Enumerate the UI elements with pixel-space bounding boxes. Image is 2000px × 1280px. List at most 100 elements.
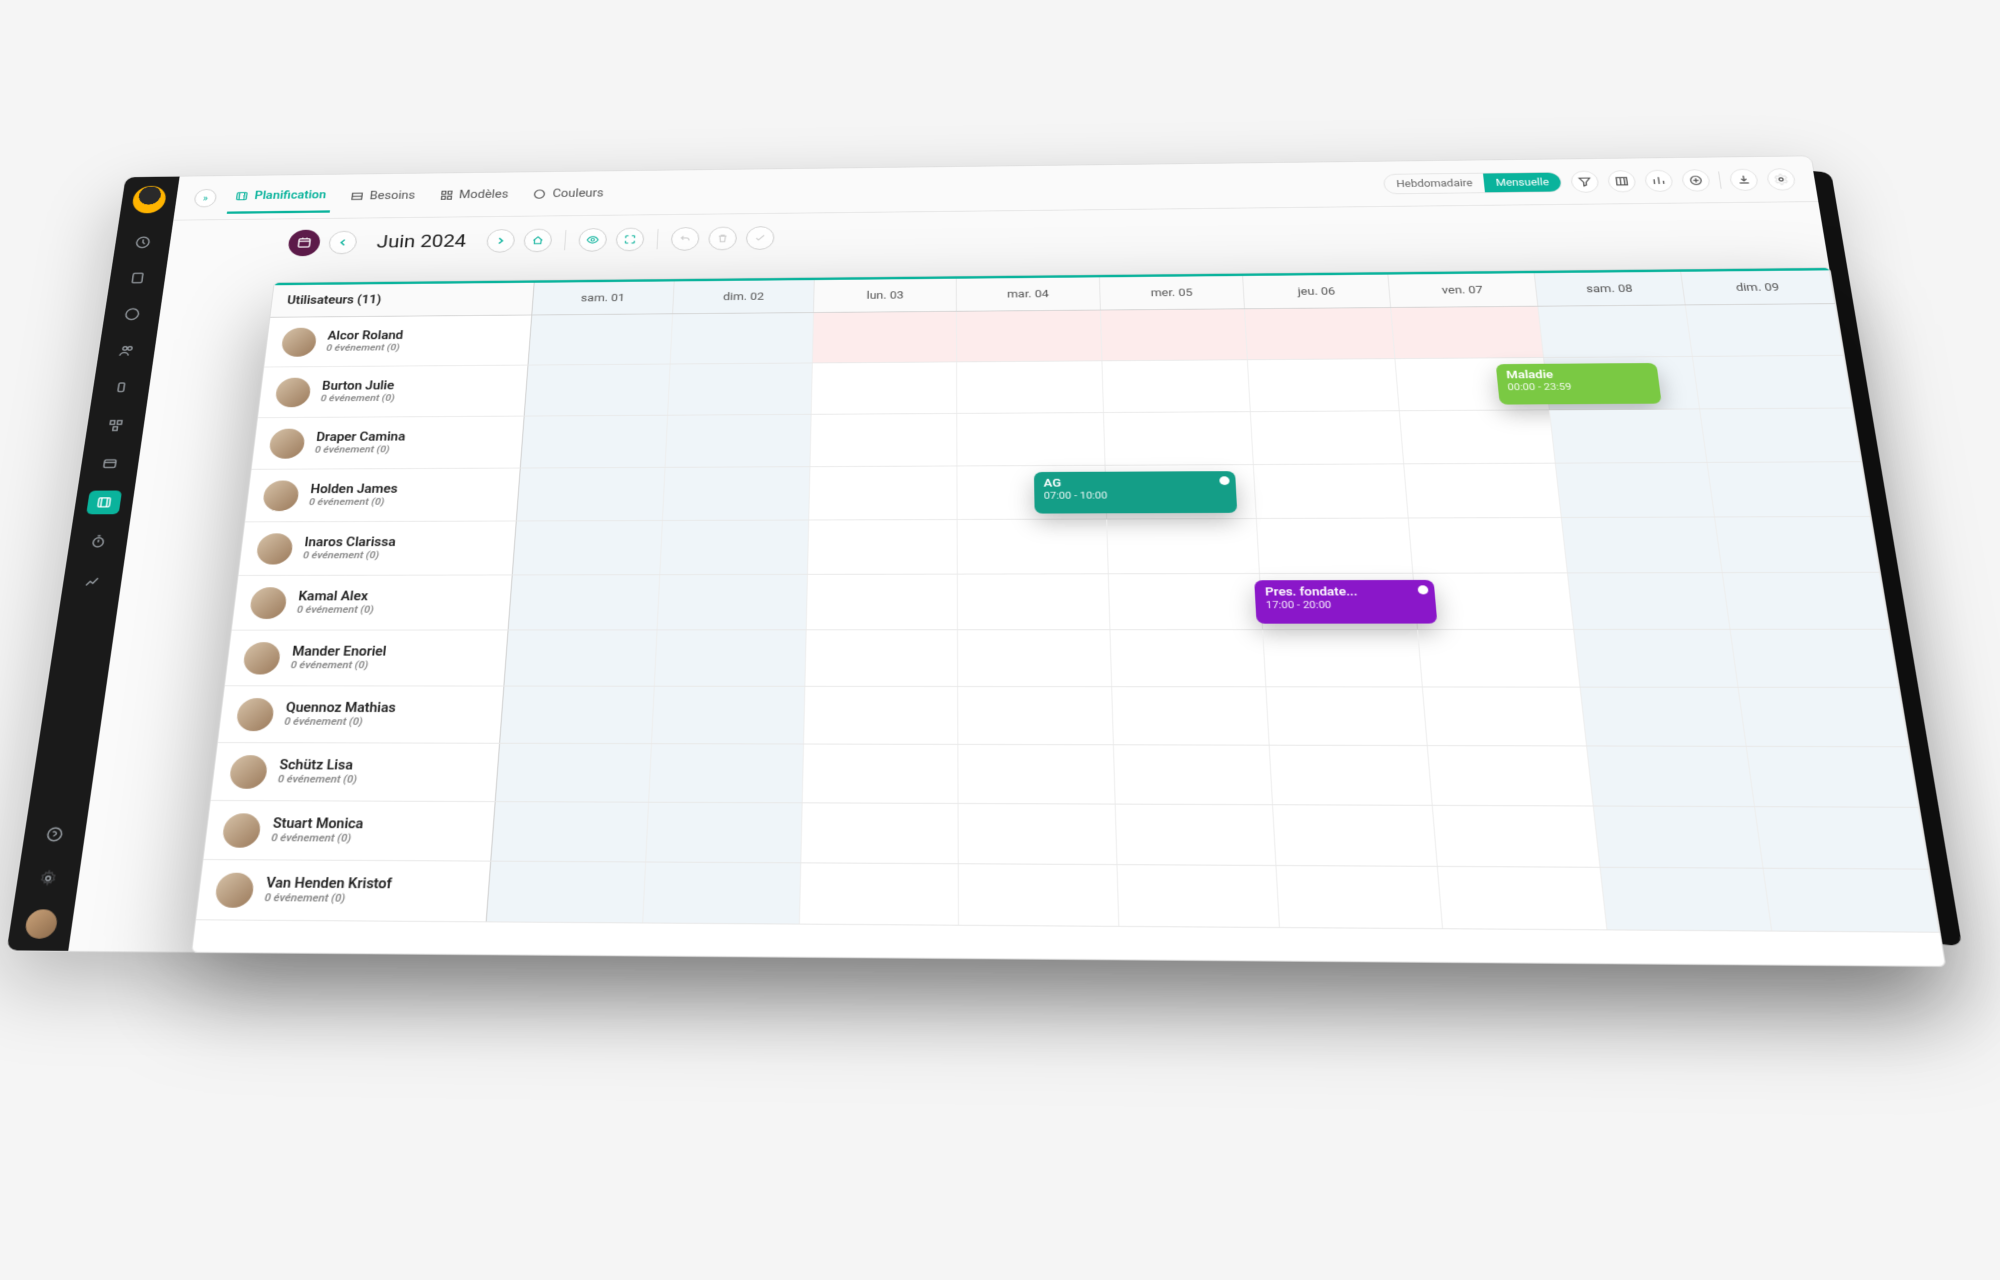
grid-cell[interactable]: [1731, 630, 1899, 687]
grid-cell[interactable]: [646, 803, 803, 863]
user-cell[interactable]: Inaros Clarissa 0 événement (0): [239, 521, 517, 575]
grid-cell[interactable]: [1701, 408, 1862, 462]
grid-cell[interactable]: [660, 520, 810, 574]
grid-cell[interactable]: [1245, 308, 1395, 359]
grid-cell[interactable]: [1108, 574, 1263, 629]
grid-cell[interactable]: [1115, 805, 1276, 865]
grid-cell[interactable]: [958, 745, 1115, 804]
user-cell[interactable]: Mander Enoriel 0 événement (0): [225, 630, 509, 685]
grid-cell[interactable]: [958, 630, 1112, 686]
grid-cell[interactable]: [1693, 356, 1852, 409]
grid-cell[interactable]: [1562, 517, 1724, 572]
grid-cell[interactable]: [500, 687, 654, 744]
nav-planning-icon[interactable]: [86, 490, 122, 514]
grid-cell[interactable]: [804, 687, 958, 744]
grid-cell[interactable]: [1594, 806, 1764, 867]
grid-cell[interactable]: [670, 313, 814, 364]
grid-cell[interactable]: [811, 414, 958, 466]
grid-cell[interactable]: [663, 467, 811, 520]
grid-cell[interactable]: [1267, 687, 1428, 745]
tab-modeles[interactable]: Modèles: [432, 179, 515, 210]
grid-cell[interactable]: [504, 630, 657, 685]
grid-cell[interactable]: [1101, 309, 1249, 360]
grid-cell[interactable]: [487, 862, 646, 923]
grid-cell[interactable]: [643, 862, 802, 923]
nav-users-icon[interactable]: [109, 339, 144, 362]
grid-cell[interactable]: [1580, 688, 1747, 746]
view-weekly[interactable]: Hebdomadaire: [1384, 172, 1485, 193]
grid-cell[interactable]: [1574, 630, 1739, 687]
event-card[interactable]: Pres. fondate... 17:00 - 20:00: [1254, 580, 1437, 624]
user-cell[interactable]: Schütz Lisa 0 événement (0): [211, 743, 500, 801]
grid-cell[interactable]: [1739, 688, 1909, 747]
grid-cell[interactable]: [957, 361, 1104, 413]
grid-cell[interactable]: [529, 314, 673, 364]
grid-cell[interactable]: [1107, 519, 1260, 573]
next-button[interactable]: [486, 229, 516, 253]
check-button[interactable]: [745, 226, 774, 250]
grid-cell[interactable]: [491, 802, 648, 861]
grid-cell[interactable]: [1764, 869, 1939, 932]
tab-couleurs[interactable]: Couleurs: [526, 178, 611, 210]
grid-cell[interactable]: [1102, 360, 1251, 412]
grid-cell[interactable]: [1391, 307, 1544, 359]
grid-cell[interactable]: [1556, 463, 1716, 517]
user-cell[interactable]: Kamal Alex 0 événement (0): [232, 575, 513, 629]
grid-cell[interactable]: [521, 416, 668, 468]
grid-cell[interactable]: [1428, 746, 1594, 805]
grid-cell[interactable]: [1418, 630, 1580, 687]
grid-cell[interactable]: [1277, 866, 1443, 928]
grid-cell[interactable]: [1438, 867, 1607, 929]
user-cell[interactable]: Quennoz Mathias 0 événement (0): [218, 686, 504, 743]
expand-button[interactable]: [615, 228, 644, 252]
download-icon[interactable]: [1728, 168, 1759, 190]
home-button[interactable]: [523, 229, 553, 253]
grid-cell[interactable]: [513, 521, 663, 575]
grid-cell[interactable]: [1104, 412, 1254, 465]
grid-cell[interactable]: [1433, 806, 1600, 867]
grid-cell[interactable]: [1723, 573, 1889, 629]
nav-help-icon[interactable]: [36, 821, 74, 848]
grid-cell[interactable]: [1550, 409, 1708, 462]
grid-cell[interactable]: [668, 363, 813, 414]
grid-cell[interactable]: [654, 630, 807, 686]
nav-doc-icon[interactable]: [120, 267, 154, 289]
grid-cell[interactable]: [1273, 805, 1437, 866]
nav-chat-icon[interactable]: [115, 303, 150, 325]
grid-cell[interactable]: [1270, 746, 1433, 805]
user-avatar[interactable]: [24, 909, 59, 939]
tab-planification[interactable]: Planification: [227, 180, 334, 214]
undo-button[interactable]: [670, 227, 699, 251]
collapse-button[interactable]: »: [193, 189, 217, 207]
grid-cell[interactable]: [812, 362, 957, 414]
grid-cell[interactable]: [1538, 305, 1693, 357]
grid-cell[interactable]: [657, 575, 808, 630]
stats-icon[interactable]: [1644, 169, 1674, 191]
grid-cell[interactable]: [1686, 304, 1844, 356]
grid-cell[interactable]: [1587, 746, 1756, 806]
grid-cell[interactable]: [803, 744, 959, 802]
filter-icon[interactable]: [1570, 170, 1600, 192]
columns-icon[interactable]: [1607, 170, 1637, 192]
grid-cell[interactable]: [808, 520, 957, 574]
grid-cell[interactable]: [1251, 411, 1404, 464]
grid-cell[interactable]: [1114, 745, 1274, 804]
grid-cell[interactable]: [1409, 518, 1568, 573]
delete-button[interactable]: [708, 227, 737, 251]
grid-cell[interactable]: [1708, 462, 1871, 516]
grid-cell[interactable]: [1248, 359, 1400, 411]
grid-cell[interactable]: [517, 468, 665, 521]
grid-cell[interactable]: [1110, 630, 1267, 686]
grid-cell[interactable]: [800, 863, 959, 924]
grid-cell[interactable]: [1747, 747, 1919, 807]
grid-cell[interactable]: [958, 519, 1109, 573]
grid-cell[interactable]: [957, 413, 1105, 466]
calendar-icon[interactable]: [287, 230, 321, 257]
grid-cell[interactable]: [1112, 687, 1270, 745]
event-card[interactable]: Maladie 00:00 - 23:59: [1495, 363, 1662, 405]
grid-cell[interactable]: [806, 630, 958, 686]
grid-cell[interactable]: [496, 744, 652, 802]
grid-cell[interactable]: [1117, 865, 1280, 927]
nav-settings-icon[interactable]: [29, 865, 68, 892]
nav-org-icon[interactable]: [98, 414, 133, 437]
